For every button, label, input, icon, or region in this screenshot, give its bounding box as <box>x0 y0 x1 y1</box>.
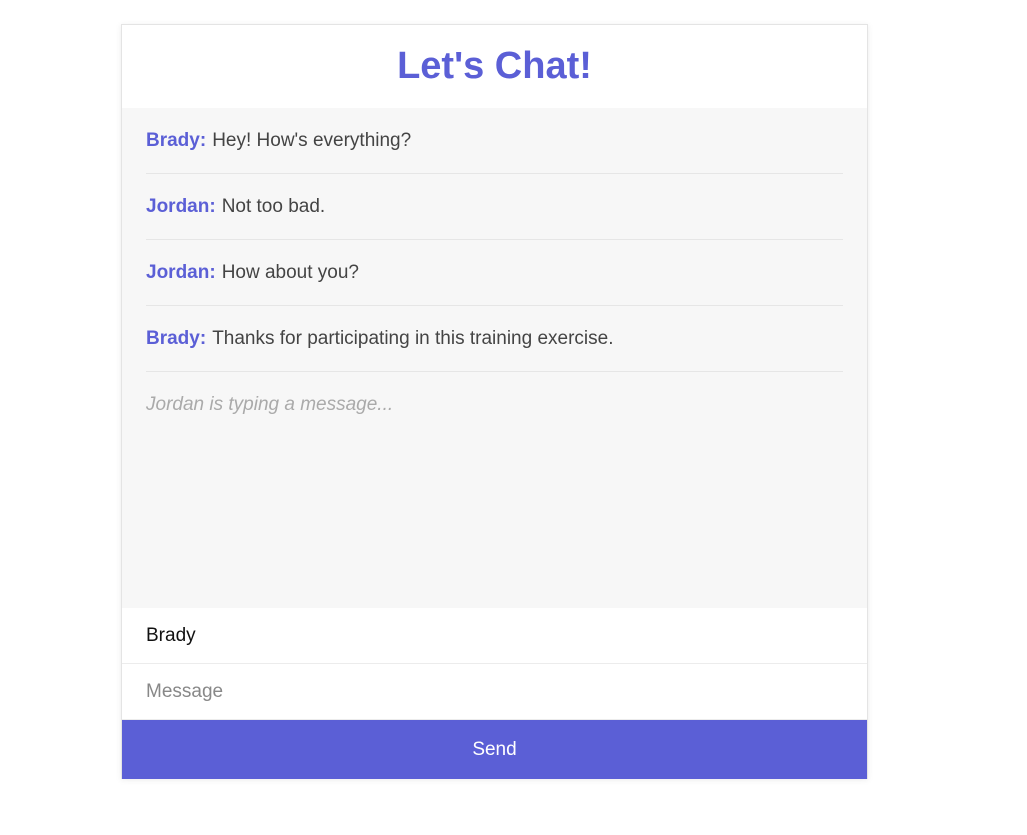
chat-output: Brady: Hey! How's everything? Jordan: No… <box>122 108 867 608</box>
message-author: Brady: <box>146 327 207 349</box>
handle-input[interactable] <box>122 608 867 664</box>
message-row: Jordan: Not too bad. <box>146 174 843 240</box>
chat-window: Let's Chat! Brady: Hey! How's everything… <box>121 24 868 779</box>
message-text: Thanks for participating in this trainin… <box>212 327 614 349</box>
message-row: Jordan: How about you? <box>146 240 843 306</box>
typing-feedback: Jordan is typing a message... <box>146 394 394 415</box>
message-text: Not too bad. <box>221 195 326 217</box>
message-row: Brady: Thanks for participating in this … <box>146 306 843 372</box>
send-button[interactable]: Send <box>122 720 867 779</box>
message-author: Brady: <box>146 129 207 151</box>
message-author: Jordan: <box>146 195 216 217</box>
message-text: Hey! How's everything? <box>212 129 412 151</box>
message-author: Jordan: <box>146 261 216 283</box>
message-text: How about you? <box>221 261 360 283</box>
message-input[interactable] <box>122 664 867 720</box>
chat-title: Let's Chat! <box>397 45 592 87</box>
message-row: Brady: Hey! How's everything? <box>146 108 843 174</box>
